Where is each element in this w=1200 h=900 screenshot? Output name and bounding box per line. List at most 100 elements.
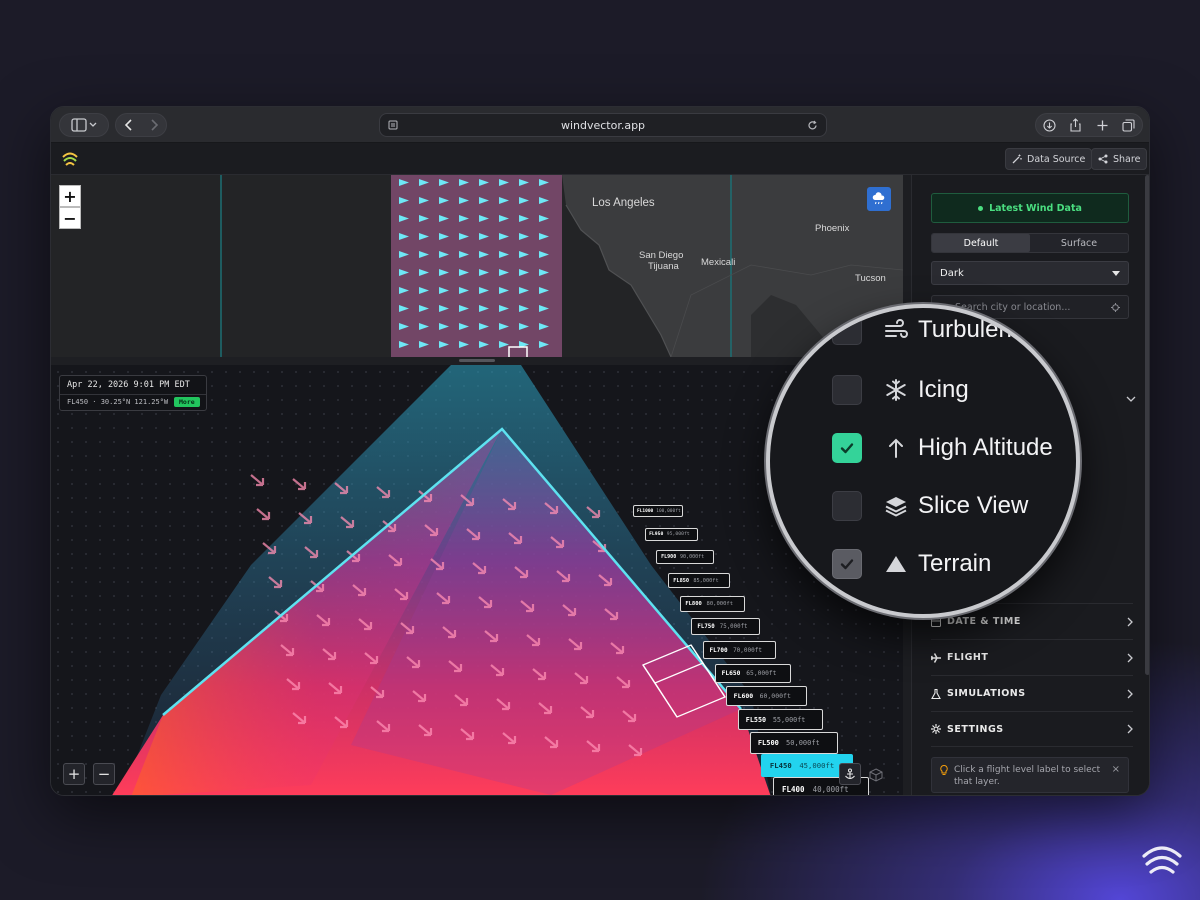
flight-level-name: FL750 bbox=[697, 623, 715, 630]
layer-checkbox[interactable] bbox=[832, 375, 862, 405]
anchor-button[interactable] bbox=[839, 763, 861, 785]
time-location-panel: Apr 22, 2026 9:01 PM EDT FL450 · 30.25°N… bbox=[59, 375, 207, 411]
view-zoom-out-button[interactable]: − bbox=[93, 763, 115, 785]
hint-text: Click a flight level label to select tha… bbox=[954, 765, 1101, 787]
forward-icon[interactable] bbox=[149, 119, 159, 131]
nav-settings[interactable]: SETTINGS bbox=[931, 711, 1133, 747]
layer-checkbox[interactable] bbox=[832, 491, 862, 521]
city-label: Tijuana bbox=[648, 261, 679, 272]
share-button[interactable]: Share bbox=[1091, 148, 1148, 170]
url-text: windvector.app bbox=[560, 118, 646, 132]
location-readout: FL450 · 30.25°N 121.25°W bbox=[67, 398, 169, 406]
flight-level-name: FL800 bbox=[685, 600, 702, 607]
flight-level-label[interactable]: FL850 85,000ft bbox=[668, 573, 730, 588]
layer-checkbox[interactable] bbox=[832, 549, 862, 579]
sidebar-scrollbar[interactable] bbox=[1145, 175, 1149, 675]
flight-level-altitude: 55,000ft bbox=[772, 715, 806, 724]
flight-level-altitude: 40,000ft bbox=[812, 784, 849, 794]
chevron-right-icon bbox=[1127, 617, 1133, 626]
flight-level-name: FL550 bbox=[745, 715, 767, 724]
data-source-button[interactable]: Data Source bbox=[1005, 148, 1093, 170]
wind-map[interactable]: + − Los Angeles Phoenix San Diego Tijuan… bbox=[51, 175, 903, 357]
flight-level-label[interactable]: FL800 80,000ft bbox=[679, 595, 745, 612]
more-button[interactable]: More bbox=[174, 397, 200, 407]
flight-level-label[interactable]: FL700 70,000ft bbox=[703, 641, 776, 659]
flask-icon bbox=[931, 688, 941, 699]
layer-label: Slice View bbox=[918, 492, 1029, 519]
address-bar[interactable]: windvector.app bbox=[379, 113, 827, 137]
theme-select[interactable]: Dark bbox=[931, 261, 1129, 285]
flight-level-name: FL850 bbox=[673, 577, 690, 584]
app-header: Data Source Share bbox=[51, 143, 1149, 175]
back-icon[interactable] bbox=[124, 119, 134, 131]
layer-toggle-slice-view[interactable]: Slice View bbox=[832, 486, 1028, 526]
flight-level-altitude: 95,000ft bbox=[666, 531, 690, 537]
flight-level-altitude: 50,000ft bbox=[786, 738, 820, 747]
cloud-rain-icon bbox=[872, 192, 885, 205]
nav-simulations[interactable]: SIMULATIONS bbox=[931, 675, 1133, 711]
gear-icon bbox=[931, 724, 941, 734]
layers-collapse-toggle[interactable] bbox=[1126, 387, 1136, 406]
share-browser-icon[interactable] bbox=[1069, 118, 1082, 132]
share-label: Share bbox=[1113, 153, 1141, 165]
wind-vector-icon bbox=[250, 474, 265, 487]
layer-toggle-high-altitude[interactable]: High Altitude bbox=[832, 428, 1053, 468]
checkmark-icon bbox=[840, 559, 854, 570]
flight-level-name: FL900 bbox=[661, 554, 677, 561]
layer-toggle-terrain[interactable]: Terrain bbox=[832, 544, 991, 584]
flight-level-label[interactable]: FL750 75,000ft bbox=[691, 618, 761, 636]
hint-banner: Click a flight level label to select tha… bbox=[931, 757, 1129, 793]
weather-layer-button[interactable] bbox=[867, 187, 891, 211]
locate-icon[interactable] bbox=[1111, 302, 1120, 312]
new-tab-icon[interactable] bbox=[1096, 119, 1109, 132]
app-logo[interactable] bbox=[61, 150, 79, 168]
theme-value: Dark bbox=[940, 267, 964, 279]
layer-icon-wrap bbox=[874, 552, 918, 576]
layer-label: Turbulence bbox=[918, 316, 1038, 343]
view-zoom-in-button[interactable]: + bbox=[63, 763, 85, 785]
tab-surface[interactable]: Surface bbox=[1030, 234, 1128, 252]
panel-splitter[interactable] bbox=[51, 357, 903, 365]
close-hint-icon[interactable]: × bbox=[1112, 764, 1120, 776]
checkmark-icon bbox=[840, 443, 854, 454]
layer-checkbox[interactable] bbox=[832, 433, 862, 463]
flight-level-name: FL600 bbox=[733, 692, 754, 701]
flight-level-label[interactable]: FL900 90,000ft bbox=[656, 550, 714, 565]
sidebar-toggle-button[interactable] bbox=[59, 113, 109, 137]
flight-level-altitude: 60,000ft bbox=[759, 692, 791, 701]
flight-level-label[interactable]: FL600 60,000ft bbox=[726, 686, 807, 707]
flight-level-name: FL500 bbox=[757, 738, 779, 747]
layer-toggle-turbulence[interactable]: Turbulence bbox=[832, 310, 1037, 350]
flight-level-label[interactable]: FL500 50,000ft bbox=[749, 731, 838, 754]
flight-level-label[interactable]: FL650 65,000ft bbox=[714, 663, 792, 683]
flight-level-name: FL400 bbox=[782, 784, 805, 794]
page-menu-icon[interactable] bbox=[388, 120, 398, 130]
nav-label: DATE & TIME bbox=[947, 616, 1021, 627]
history-nav bbox=[115, 113, 167, 137]
snowflake-icon bbox=[886, 379, 906, 401]
tab-default[interactable]: Default bbox=[932, 234, 1030, 252]
cube-view-button[interactable] bbox=[869, 767, 885, 783]
reload-icon[interactable] bbox=[807, 120, 818, 131]
layer-label: Terrain bbox=[918, 550, 992, 577]
flight-level-label[interactable]: FL550 55,000ft bbox=[738, 709, 823, 730]
flight-level-altitude: 65,000ft bbox=[746, 669, 777, 677]
download-icon[interactable] bbox=[1043, 118, 1056, 132]
layer-toggle-icing[interactable]: Icing bbox=[832, 370, 969, 410]
layer-label: High Altitude bbox=[918, 434, 1053, 461]
map-zoom-in-button[interactable]: + bbox=[59, 185, 81, 207]
flight-level-name: FL1000 bbox=[637, 508, 654, 514]
map-zoom-out-button[interactable]: − bbox=[59, 207, 81, 229]
tabs-overview-icon[interactable] bbox=[1122, 118, 1135, 132]
browser-actions bbox=[1035, 113, 1143, 137]
latest-data-button[interactable]: Latest Wind Data bbox=[931, 193, 1129, 223]
flight-level-label[interactable]: FL950 95,000ft bbox=[644, 527, 699, 541]
flight-level-name: FL450 bbox=[769, 761, 792, 771]
flight-level-label[interactable]: FL1000 100,000ft bbox=[633, 505, 683, 517]
flight-level-name: FL700 bbox=[709, 646, 728, 654]
layers-magnifier: Turbulence Icing High Altitude Slice View Te… bbox=[766, 304, 1080, 618]
layer-checkbox[interactable] bbox=[832, 315, 862, 345]
splitter-handle[interactable] bbox=[459, 359, 495, 362]
nav-flight[interactable]: FLIGHT bbox=[931, 639, 1133, 675]
layer-icon-wrap bbox=[874, 378, 918, 402]
